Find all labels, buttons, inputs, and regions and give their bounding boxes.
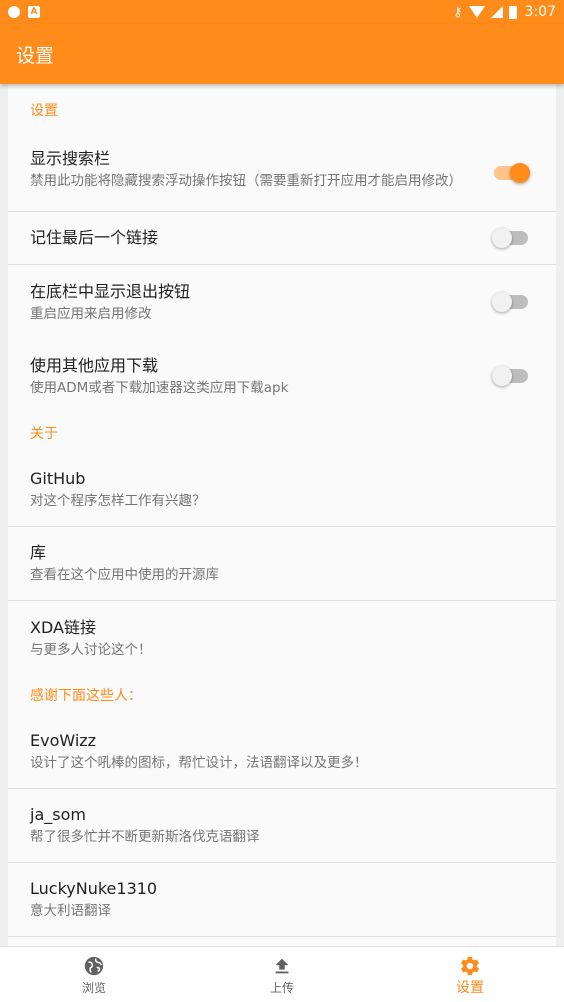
- globe-icon: [84, 956, 104, 975]
- about-summary: 对这个程序怎样工作有兴趣？: [30, 493, 206, 509]
- search-bar-switch[interactable]: [494, 162, 530, 183]
- about-title: GitHub: [30, 469, 86, 488]
- person-name: LuckyNuke1310: [30, 879, 158, 898]
- app-bar: 设置: [0, 24, 564, 84]
- page-title: 设置: [16, 44, 55, 67]
- bottom-navigation: 浏览 上传 设置: [0, 946, 564, 1002]
- person-name: EvoWizz: [30, 731, 97, 750]
- upload-icon: [275, 958, 289, 973]
- person-summary: 意大利语翻译: [30, 903, 111, 919]
- setting-other-downloader[interactable]: 使用其他应用下载 使用ADM或者下载加速器这类应用下载apk: [8, 339, 556, 413]
- switch-thumb: [492, 292, 512, 312]
- remember-link-switch[interactable]: [492, 228, 528, 248]
- section-header-about: 关于: [30, 426, 58, 442]
- nav-label: 上传: [269, 980, 294, 995]
- setting-exit-button[interactable]: 在底栏中显示退出按钮 重启应用来启用修改: [8, 265, 556, 339]
- signal-icon: [490, 6, 503, 18]
- setting-title: 记住最后一个链接: [30, 228, 159, 247]
- setting-title: 显示搜索栏: [30, 149, 111, 168]
- battery-icon: [508, 5, 517, 19]
- about-summary: 查看在这个应用中使用的开源库: [30, 567, 219, 583]
- other-downloader-switch[interactable]: [492, 366, 528, 386]
- about-libraries[interactable]: 库 查看在这个应用中使用的开源库: [8, 527, 556, 601]
- circle-icon: [8, 6, 20, 18]
- about-github[interactable]: GitHub 对这个程序怎样工作有兴趣？: [8, 453, 556, 527]
- settings-list[interactable]: 设置 显示搜索栏 禁用此功能将隐藏搜索浮动操作按钮（需要重新打开应用才能启用修改…: [8, 84, 556, 946]
- person-summary: 帮了很多忙并不断更新斯洛伐克语翻译: [30, 829, 260, 845]
- gear-icon: [461, 956, 479, 975]
- person-summary: 设计了这个吼棒的图标，帮忙设计，法语翻译以及更多！: [30, 755, 368, 771]
- person-name: ja_som: [30, 805, 86, 824]
- setting-summary: 禁用此功能将隐藏搜索浮动操作按钮（需要重新打开应用才能启用修改）: [30, 173, 462, 189]
- switch-thumb: [492, 228, 512, 248]
- thanks-person[interactable]: ja_som 帮了很多忙并不断更新斯洛伐克语翻译: [8, 789, 556, 863]
- section-header-thanks: 感谢下面这些人：: [30, 688, 142, 704]
- about-summary: 与更多人讨论这个！: [30, 641, 152, 658]
- nav-label: 浏览: [81, 980, 106, 995]
- about-title: XDA链接: [30, 617, 96, 637]
- thanks-person[interactable]: LuckyNuke1310 意大利语翻译: [8, 863, 556, 937]
- switch-thumb: [510, 162, 530, 183]
- nav-upload[interactable]: 上传: [188, 947, 376, 1002]
- switch-thumb: [492, 366, 512, 386]
- key-icon: ⚷: [453, 4, 463, 20]
- nav-settings[interactable]: 设置: [376, 947, 564, 1002]
- setting-search-bar[interactable]: 显示搜索栏 禁用此功能将隐藏搜索浮动操作按钮（需要重新打开应用才能启用修改）: [8, 134, 556, 212]
- setting-remember-link[interactable]: 记住最后一个链接: [8, 212, 556, 265]
- nav-label: 设置: [456, 979, 484, 996]
- a-icon: A: [28, 6, 40, 18]
- status-bar: A ⚷ 3:07: [0, 0, 564, 24]
- setting-title: 使用其他应用下载: [30, 355, 159, 375]
- section-header-settings: 设置: [30, 103, 58, 119]
- setting-summary: 重启应用来启用修改: [30, 305, 152, 322]
- exit-button-switch[interactable]: [492, 292, 528, 312]
- setting-title: 在底栏中显示退出按钮: [30, 281, 191, 301]
- wifi-icon: [468, 6, 485, 18]
- about-xda[interactable]: XDA链接 与更多人讨论这个！: [8, 601, 556, 675]
- setting-summary: 使用ADM或者下载加速器这类应用下载apk: [30, 379, 289, 396]
- status-time: 3:07: [524, 4, 556, 20]
- about-title: 库: [30, 543, 47, 562]
- thanks-person[interactable]: EvoWizz 设计了这个吼棒的图标，帮忙设计，法语翻译以及更多！: [8, 715, 556, 789]
- nav-browse[interactable]: 浏览: [0, 947, 188, 1002]
